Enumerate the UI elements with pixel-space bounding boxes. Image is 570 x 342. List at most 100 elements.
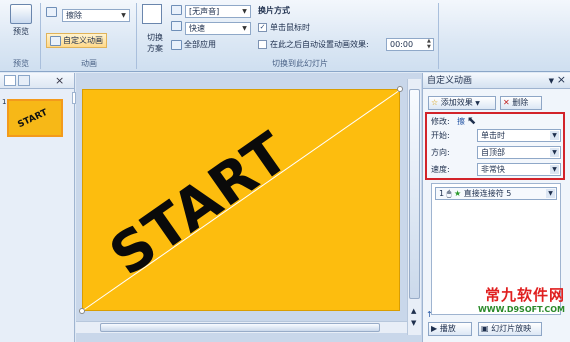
speed-select[interactable]: 非常快 ▼ xyxy=(477,163,561,176)
tab-slides[interactable] xyxy=(4,75,16,86)
direction-value: 自顶部 xyxy=(481,148,505,157)
transition-speed-select[interactable]: 快速 ▼ xyxy=(185,22,251,35)
group-divider xyxy=(438,3,439,69)
start-select[interactable]: 单击时 ▼ xyxy=(477,129,561,142)
slides-pane-tabs: × xyxy=(0,73,74,89)
slideshow-button[interactable]: ▣ 幻灯片放映 xyxy=(478,322,542,336)
sound-icon xyxy=(171,5,184,16)
group-divider xyxy=(40,3,41,69)
play-button[interactable]: ▶ 播放 xyxy=(428,322,472,336)
chevron-down-icon: ▼ xyxy=(550,148,559,157)
remove-button[interactable]: ✕ 删除 xyxy=(500,96,542,110)
list-item[interactable]: 1 🖱 ★ 直接连接符 5 ▼ xyxy=(435,187,557,200)
play-icon: ▶ xyxy=(431,324,438,333)
slideshow-icon: ▣ xyxy=(481,324,489,333)
modify-value: 擦 xyxy=(457,117,465,126)
speed-value: 非常快 xyxy=(481,165,505,174)
custom-animation-button[interactable]: 自定义动画 xyxy=(46,33,107,48)
apply-all-label: 全部应用 xyxy=(184,40,216,49)
pane-splitter-handle[interactable] xyxy=(72,92,76,104)
horizontal-scroll-thumb[interactable] xyxy=(100,323,380,332)
preview-group-label: 预览 xyxy=(13,59,29,68)
start-label: 开始: xyxy=(431,131,450,140)
add-effect-label: 添加效果 xyxy=(440,98,473,107)
mouse-click-icon: 🖱 xyxy=(446,189,452,198)
transition-scheme-button[interactable]: 切换 方案 xyxy=(140,32,170,54)
on-click-label: 单击鼠标时 xyxy=(270,23,310,32)
transition-scheme-label-2: 方案 xyxy=(147,44,163,53)
mouse-cursor-icon: ⬉ xyxy=(467,114,477,127)
transition-sound-select[interactable]: [无声音] ▼ xyxy=(185,5,251,18)
auto-after-time-value: 00:00 xyxy=(390,40,414,49)
direction-label: 方向: xyxy=(431,148,450,157)
transition-sound-value: [无声音] xyxy=(189,7,220,16)
auto-after-checkbox[interactable]: 在此之后自动设置动画效果: xyxy=(258,39,369,50)
time-spinner[interactable]: ▲ ▼ xyxy=(427,38,435,51)
preview-button[interactable]: 预览 xyxy=(6,4,36,37)
close-icon[interactable]: × xyxy=(557,72,566,88)
watermark: 常九软件网 WWW.D9SOFT.COM xyxy=(430,284,565,314)
reorder-arrows[interactable]: ↑ xyxy=(426,310,433,319)
slide-thumbnail[interactable]: START xyxy=(7,99,63,137)
auto-after-label: 在此之后自动设置动画效果: xyxy=(270,40,369,49)
remove-icon: ✕ xyxy=(503,98,510,107)
pane-title: 自定义动画 xyxy=(427,76,473,86)
add-effect-button[interactable]: ☆ 添加效果 ▼ xyxy=(428,96,496,110)
remove-label: 删除 xyxy=(512,98,529,107)
start-value: 单击时 xyxy=(481,131,505,140)
connector-start-handle[interactable] xyxy=(79,308,85,314)
slide-number: 1 xyxy=(2,98,7,106)
vertical-scrollbar[interactable]: ▲ ▼ xyxy=(407,79,421,335)
transition-group-label: 切换到此幻灯片 xyxy=(272,59,328,68)
horizontal-scrollbar[interactable] xyxy=(76,321,407,333)
slides-pane: × 1 START xyxy=(0,73,75,342)
chevron-down-icon[interactable]: ▼ xyxy=(546,189,555,198)
chevron-down-icon[interactable]: ▼ xyxy=(549,73,554,89)
chevron-down-icon: ▼ xyxy=(242,25,247,32)
transition-preview-icon xyxy=(142,4,162,24)
ribbon: 预览 预览 擦除 ▼ 自定义动画 动画 切换 方案 [无声音] ▼ 快速 ▼ 全… xyxy=(0,0,570,72)
animate-select[interactable]: 擦除 ▼ xyxy=(62,9,130,22)
preview-label: 预览 xyxy=(13,27,29,36)
tab-outline[interactable] xyxy=(18,75,30,86)
on-click-checkbox[interactable]: ✓ 单击鼠标时 xyxy=(258,22,310,33)
chevron-down-icon: ▼ xyxy=(550,131,559,140)
list-item-text: 直接连接符 5 xyxy=(463,189,512,198)
apply-to-all-button[interactable]: 全部应用 xyxy=(171,39,216,50)
transition-scheme-label-1: 切换 xyxy=(147,33,163,42)
animation-group-label: 动画 xyxy=(81,59,97,68)
animate-icon xyxy=(46,7,59,18)
pane-header: 自定义动画 ▼ × xyxy=(423,73,570,89)
advance-slide-title: 换片方式 xyxy=(258,6,290,15)
chevron-down-icon: ▼ xyxy=(475,100,480,107)
preview-icon xyxy=(10,4,32,24)
watermark-text: 常九软件网 xyxy=(484,286,565,304)
checkmark-icon: ✓ xyxy=(258,23,267,32)
apply-all-icon xyxy=(171,39,182,50)
custom-animation-icon xyxy=(50,35,61,46)
close-icon[interactable]: × xyxy=(55,74,64,87)
modify-label: 修改: xyxy=(431,117,450,126)
direction-select[interactable]: 自顶部 ▼ xyxy=(477,146,561,159)
speed-label: 速度: xyxy=(431,165,450,174)
speed-icon xyxy=(171,21,184,32)
effect-properties-highlight: 修改: 擦 ⬉ 开始: 单击时 ▼ 方向: 自顶部 ▼ 速度: 非常快 ▼ xyxy=(425,112,565,180)
prev-slide-icon[interactable]: ▲ xyxy=(411,307,416,315)
list-item-index: 1 xyxy=(439,189,445,198)
next-slide-icon[interactable]: ▼ xyxy=(411,319,416,327)
play-label: 播放 xyxy=(439,324,456,333)
custom-animation-label: 自定义动画 xyxy=(63,36,103,45)
chevron-down-icon: ▼ xyxy=(550,165,559,174)
group-divider xyxy=(136,3,137,69)
vertical-scroll-thumb[interactable] xyxy=(409,89,420,299)
slide-canvas[interactable]: START xyxy=(82,89,400,311)
slide-thumbnail-text: START xyxy=(16,107,50,131)
chevron-down-icon: ▼ xyxy=(121,12,126,19)
transition-speed-value: 快速 xyxy=(189,24,205,33)
star-icon: ★ xyxy=(454,189,462,198)
connector-end-handle[interactable] xyxy=(397,86,403,92)
chevron-down-icon: ▼ xyxy=(242,8,247,15)
animate-select-value: 擦除 xyxy=(66,11,82,20)
slideshow-label: 幻灯片放映 xyxy=(491,324,532,333)
watermark-url: WWW.D9SOFT.COM xyxy=(477,305,565,314)
